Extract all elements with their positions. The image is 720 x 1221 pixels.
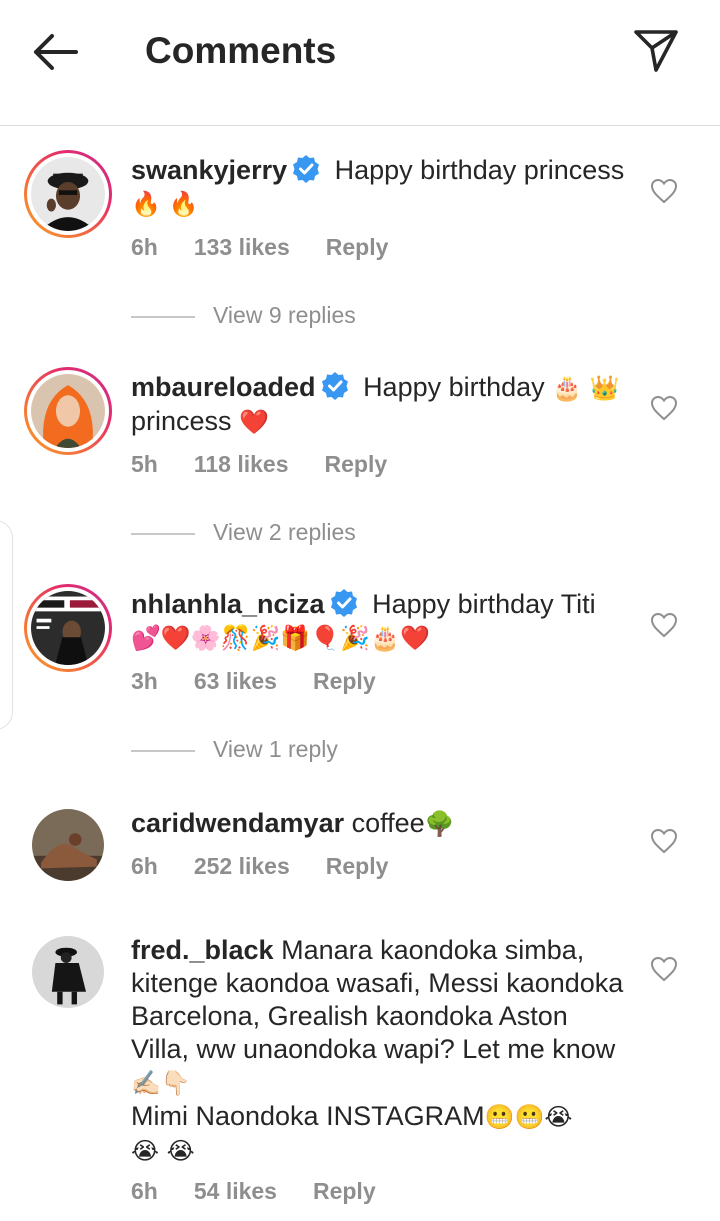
like-heart-icon[interactable] — [650, 956, 678, 982]
view-replies-button[interactable]: View 2 replies — [131, 519, 356, 549]
avatar[interactable] — [24, 150, 112, 238]
comment-time: 6h — [131, 853, 158, 879]
page-title: Comments — [145, 30, 337, 71]
comment-text: caridwendamyar coffee🌳 — [131, 807, 631, 841]
verified-badge-icon — [330, 589, 357, 617]
replies-divider — [131, 532, 195, 535]
paper-plane-icon — [634, 30, 678, 72]
reply-button[interactable]: Reply — [313, 1178, 376, 1204]
reply-button[interactable]: Reply — [313, 668, 376, 694]
side-drawer-handle[interactable] — [0, 520, 13, 730]
comment-time: 6h — [131, 1178, 158, 1204]
reply-button[interactable]: Reply — [326, 853, 389, 879]
reply-button[interactable]: Reply — [325, 451, 388, 477]
view-replies-label: View 1 reply — [213, 736, 338, 762]
arrow-left-icon — [34, 34, 78, 70]
comment-meta: 6h 54 likes Reply — [131, 1178, 412, 1205]
comment-likes[interactable]: 252 likes — [194, 853, 290, 879]
comment-time: 5h — [131, 451, 158, 477]
avatar-image — [32, 936, 104, 1008]
comment-time: 3h — [131, 668, 158, 694]
comment-emojis: 💕❤️🌸🎊🎉🎁🎈🎉🎂❤️ — [131, 624, 430, 652]
comment-username[interactable]: nhlanhla_nciza — [131, 589, 325, 619]
verified-badge-icon — [321, 372, 348, 400]
comment-username[interactable]: swankyjerry — [131, 155, 287, 185]
comment-emojis: 😬😬😭 — [484, 1103, 573, 1131]
comment-meta: 6h 133 likes Reply — [131, 234, 424, 261]
comment-emojis: ✍🏻👇🏻 — [131, 1069, 191, 1097]
comment-emojis: 🔥 🔥 — [131, 190, 199, 218]
comment-username[interactable]: mbaureloaded — [131, 372, 316, 402]
avatar[interactable] — [24, 367, 112, 455]
avatar-image — [31, 157, 105, 231]
reply-button[interactable]: Reply — [326, 234, 389, 260]
view-replies-button[interactable]: View 9 replies — [131, 302, 356, 332]
avatar-image — [32, 809, 104, 881]
comment-meta: 3h 63 likes Reply — [131, 668, 412, 695]
comment-message: coffee — [351, 808, 425, 838]
like-heart-icon[interactable] — [650, 828, 678, 854]
replies-divider — [131, 315, 195, 318]
like-heart-icon[interactable] — [650, 612, 678, 638]
header-bar: Comments — [0, 0, 720, 126]
comment-emojis: 🌳 — [424, 810, 455, 838]
like-heart-icon[interactable] — [650, 395, 678, 421]
view-replies-label: View 2 replies — [213, 519, 356, 545]
comment-message: princess — [131, 406, 232, 436]
comment-meta: 5h 118 likes Reply — [131, 451, 423, 478]
view-replies-label: View 9 replies — [213, 302, 356, 328]
replies-divider — [131, 749, 195, 752]
comment-text: swankyjerry Happy birthday princess 🔥 🔥 — [131, 154, 631, 221]
comment-emoji: 🎂 — [552, 374, 583, 402]
view-replies-button[interactable]: View 1 reply — [131, 736, 338, 766]
comment-message-line2: Mimi Naondoka INSTAGRAM — [131, 1101, 485, 1131]
comment-emoji: 👑 — [589, 374, 620, 402]
comment-text: mbaureloaded Happy birthday 🎂 👑 princess… — [131, 371, 631, 439]
avatar[interactable] — [32, 809, 104, 881]
comment-text: nhlanhla_nciza Happy birthday Titi 💕❤️🌸🎊… — [131, 588, 631, 655]
comment-username[interactable]: fred._black — [131, 935, 274, 965]
comment-message: Happy birthday Titi — [372, 589, 596, 619]
avatar[interactable] — [24, 584, 112, 672]
comment-likes[interactable]: 118 likes — [194, 451, 289, 477]
comment-text: fred._black Manara kaondoka simba, kiten… — [131, 934, 631, 1168]
avatar[interactable] — [32, 936, 104, 1008]
share-button[interactable] — [628, 22, 684, 78]
back-button[interactable] — [28, 28, 84, 76]
avatar-image — [31, 374, 105, 448]
comment-meta: 6h 252 likes Reply — [131, 853, 424, 880]
comment-username[interactable]: caridwendamyar — [131, 808, 344, 838]
comment-message: Happy birthday — [363, 372, 545, 402]
like-heart-icon[interactable] — [650, 178, 678, 204]
comment-likes[interactable]: 133 likes — [194, 234, 290, 260]
comment-message: Happy birthday princess — [334, 155, 625, 185]
comment-time: 6h — [131, 234, 158, 260]
avatar-image — [31, 591, 105, 665]
comment-likes[interactable]: 63 likes — [194, 668, 277, 694]
comment-emoji: ❤️ — [239, 408, 269, 436]
verified-badge-icon — [293, 155, 320, 183]
comment-likes[interactable]: 54 likes — [194, 1178, 277, 1204]
comment-emojis: 😭 😭 — [131, 1137, 195, 1165]
